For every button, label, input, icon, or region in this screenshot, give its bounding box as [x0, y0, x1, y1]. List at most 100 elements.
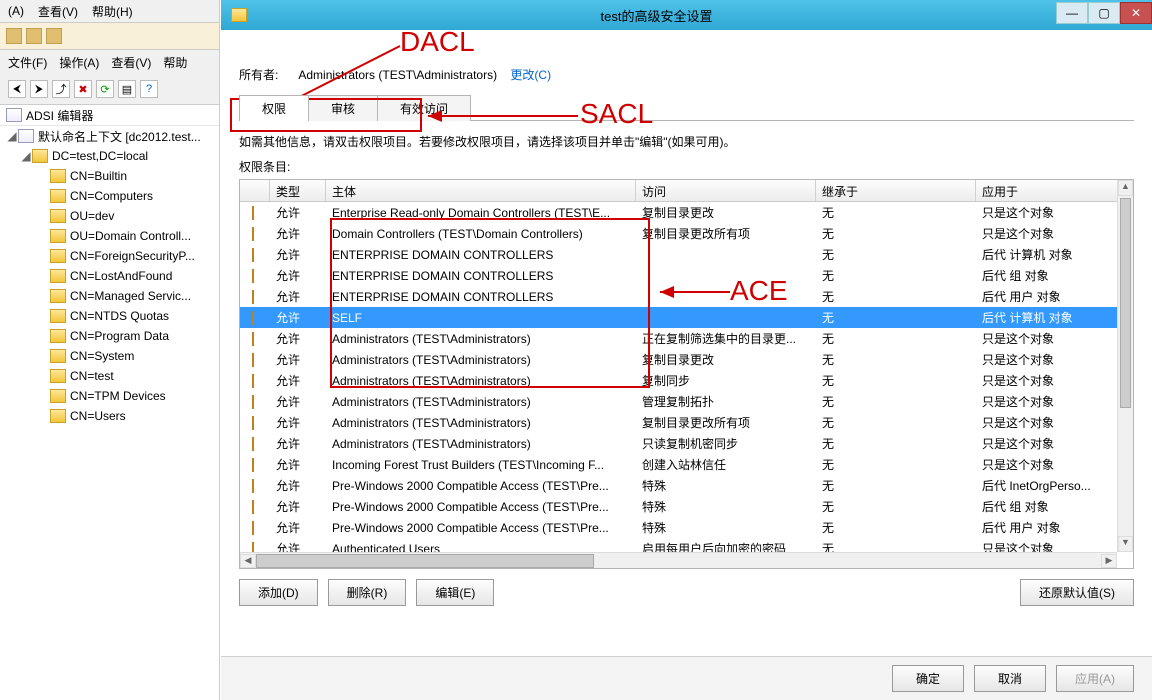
tab-permissions[interactable]: 权限 — [239, 95, 309, 121]
table-row[interactable]: 允许Administrators (TEST\Administrators)复制… — [240, 349, 1117, 370]
scroll-down-icon[interactable]: ▼ — [1118, 536, 1133, 552]
tree-node[interactable]: CN=Builtin — [0, 166, 219, 186]
col-inherit[interactable]: 继承于 — [816, 180, 976, 201]
refresh-button[interactable]: ⟳ — [96, 80, 114, 98]
grid-body[interactable]: 允许Enterprise Read-only Domain Controller… — [240, 202, 1117, 552]
delete-button[interactable]: ✖ — [74, 80, 92, 98]
tree-node[interactable]: CN=LostAndFound — [0, 266, 219, 286]
tree-node[interactable]: OU=Domain Controll... — [0, 226, 219, 246]
scroll-up-icon[interactable]: ▲ — [1118, 180, 1133, 196]
table-row[interactable]: 允许Domain Controllers (TEST\Domain Contro… — [240, 223, 1117, 244]
add-button[interactable]: 添加(D) — [239, 579, 318, 606]
tree-node[interactable]: OU=dev — [0, 206, 219, 226]
tree-node[interactable]: CN=TPM Devices — [0, 386, 219, 406]
tree-node[interactable]: CN=Computers — [0, 186, 219, 206]
tool-icon[interactable] — [6, 28, 22, 44]
table-row[interactable]: 允许ENTERPRISE DOMAIN CONTROLLERS无后代 计算机 对… — [240, 244, 1117, 265]
tree-node[interactable]: CN=ForeignSecurityP... — [0, 246, 219, 266]
cell-apply: 只是这个对象 — [976, 540, 1117, 552]
col-apply[interactable]: 应用于 — [976, 180, 1133, 201]
tree[interactable]: ◢ 默认命名上下文 [dc2012.test... ◢ DC=test,DC=l… — [0, 126, 219, 700]
menu-help[interactable]: 帮助(H) — [92, 3, 133, 20]
cell-inherit: 无 — [816, 246, 976, 263]
table-row[interactable]: 允许Administrators (TEST\Administrators)管理… — [240, 391, 1117, 412]
scroll-right-icon[interactable]: ▶ — [1101, 554, 1117, 568]
col-type[interactable]: 类型 — [270, 180, 326, 201]
tree-node[interactable]: CN=Managed Servic... — [0, 286, 219, 306]
cell-principal: Administrators (TEST\Administrators) — [326, 353, 636, 367]
tree-node[interactable]: CN=test — [0, 366, 219, 386]
props-button[interactable]: ▤ — [118, 80, 136, 98]
table-row[interactable]: 允许Pre-Windows 2000 Compatible Access (TE… — [240, 496, 1117, 517]
tree-node[interactable]: CN=Users — [0, 406, 219, 426]
col-icon[interactable] — [240, 180, 270, 201]
table-row[interactable]: 允许Administrators (TEST\Administrators)正在… — [240, 328, 1117, 349]
table-row[interactable]: 允许Enterprise Read-only Domain Controller… — [240, 202, 1117, 223]
maximize-button[interactable]: ▢ — [1088, 2, 1120, 24]
folder-icon — [50, 389, 66, 403]
tab-effective[interactable]: 有效访问 — [377, 95, 471, 121]
titlebar[interactable]: test的高级安全设置 — ▢ ✕ — [221, 0, 1152, 30]
table-row[interactable]: 允许Administrators (TEST\Administrators)只读… — [240, 433, 1117, 454]
table-row[interactable]: 允许Administrators (TEST\Administrators)复制… — [240, 412, 1117, 433]
apply-button[interactable]: 应用(A) — [1056, 665, 1134, 692]
menu-help2[interactable]: 帮助 — [163, 54, 187, 71]
tree-dc[interactable]: DC=test,DC=local — [52, 149, 148, 163]
table-row[interactable]: 允许ENTERPRISE DOMAIN CONTROLLERS无后代 组 对象 — [240, 265, 1117, 286]
up-button[interactable]: ⤴ — [52, 80, 70, 98]
help-button[interactable]: ? — [140, 80, 158, 98]
cell-inherit: 无 — [816, 456, 976, 473]
cell-apply: 后代 组 对象 — [976, 267, 1117, 284]
menu-a[interactable]: (A) — [8, 4, 24, 18]
menu-file[interactable]: 文件(F) — [8, 54, 47, 71]
table-row[interactable]: 允许Incoming Forest Trust Builders (TEST\I… — [240, 454, 1117, 475]
scroll-thumb[interactable] — [1120, 198, 1131, 408]
cell-apply: 只是这个对象 — [976, 330, 1117, 347]
minimize-button[interactable]: — — [1056, 2, 1088, 24]
cell-apply: 只是这个对象 — [976, 456, 1117, 473]
restore-defaults-button[interactable]: 还原默认值(S) — [1020, 579, 1134, 606]
tool-icon[interactable] — [26, 28, 42, 44]
context-icon — [18, 129, 34, 143]
back-button[interactable]: ⮜ — [8, 80, 26, 98]
tree-twisty[interactable]: ◢ — [6, 129, 18, 143]
cell-principal: Authenticated Users — [326, 542, 636, 553]
scroll-left-icon[interactable]: ◀ — [240, 554, 256, 568]
col-access[interactable]: 访问 — [636, 180, 816, 201]
ok-button[interactable]: 确定 — [892, 665, 964, 692]
cell-inherit: 无 — [816, 267, 976, 284]
folder-icon — [50, 209, 66, 223]
tree-node[interactable]: CN=NTDS Quotas — [0, 306, 219, 326]
edit-button[interactable]: 编辑(E) — [416, 579, 494, 606]
forward-button[interactable]: ⮞ — [30, 80, 48, 98]
change-owner-link[interactable]: 更改(C) — [510, 68, 551, 82]
tree-node[interactable]: CN=System — [0, 346, 219, 366]
menu-view[interactable]: 查看(V) — [38, 3, 78, 20]
col-principal[interactable]: 主体 — [326, 180, 636, 201]
folder-icon — [231, 8, 247, 22]
menu-action[interactable]: 操作(A) — [59, 54, 99, 71]
horizontal-scrollbar[interactable]: ◀ ▶ — [240, 552, 1117, 568]
cell-type: 允许 — [270, 288, 326, 305]
close-button[interactable]: ✕ — [1120, 2, 1152, 24]
tab-auditing[interactable]: 审核 — [308, 95, 378, 121]
table-row[interactable]: 允许Authenticated Users启用每用户后向加密的密码无只是这个对象 — [240, 538, 1117, 552]
cell-principal: Pre-Windows 2000 Compatible Access (TEST… — [326, 521, 636, 535]
tree-node-label: CN=System — [70, 349, 134, 363]
table-row[interactable]: 允许SELF无后代 计算机 对象 — [240, 307, 1117, 328]
principal-icon — [252, 437, 254, 451]
vertical-scrollbar[interactable]: ▲ ▼ — [1117, 180, 1133, 552]
tree-root[interactable]: 默认命名上下文 [dc2012.test... — [38, 128, 201, 145]
scroll-thumb-h[interactable] — [256, 554, 594, 568]
table-row[interactable]: 允许Administrators (TEST\Administrators)复制… — [240, 370, 1117, 391]
tool-icon[interactable] — [46, 28, 62, 44]
remove-button[interactable]: 删除(R) — [328, 579, 407, 606]
table-row[interactable]: 允许Pre-Windows 2000 Compatible Access (TE… — [240, 475, 1117, 496]
tree-twisty[interactable]: ◢ — [20, 149, 32, 163]
cell-access: 特殊 — [636, 498, 816, 515]
tree-node[interactable]: CN=Program Data — [0, 326, 219, 346]
table-row[interactable]: 允许ENTERPRISE DOMAIN CONTROLLERS无后代 用户 对象 — [240, 286, 1117, 307]
table-row[interactable]: 允许Pre-Windows 2000 Compatible Access (TE… — [240, 517, 1117, 538]
menu-view2[interactable]: 查看(V) — [111, 54, 151, 71]
cancel-button[interactable]: 取消 — [974, 665, 1046, 692]
